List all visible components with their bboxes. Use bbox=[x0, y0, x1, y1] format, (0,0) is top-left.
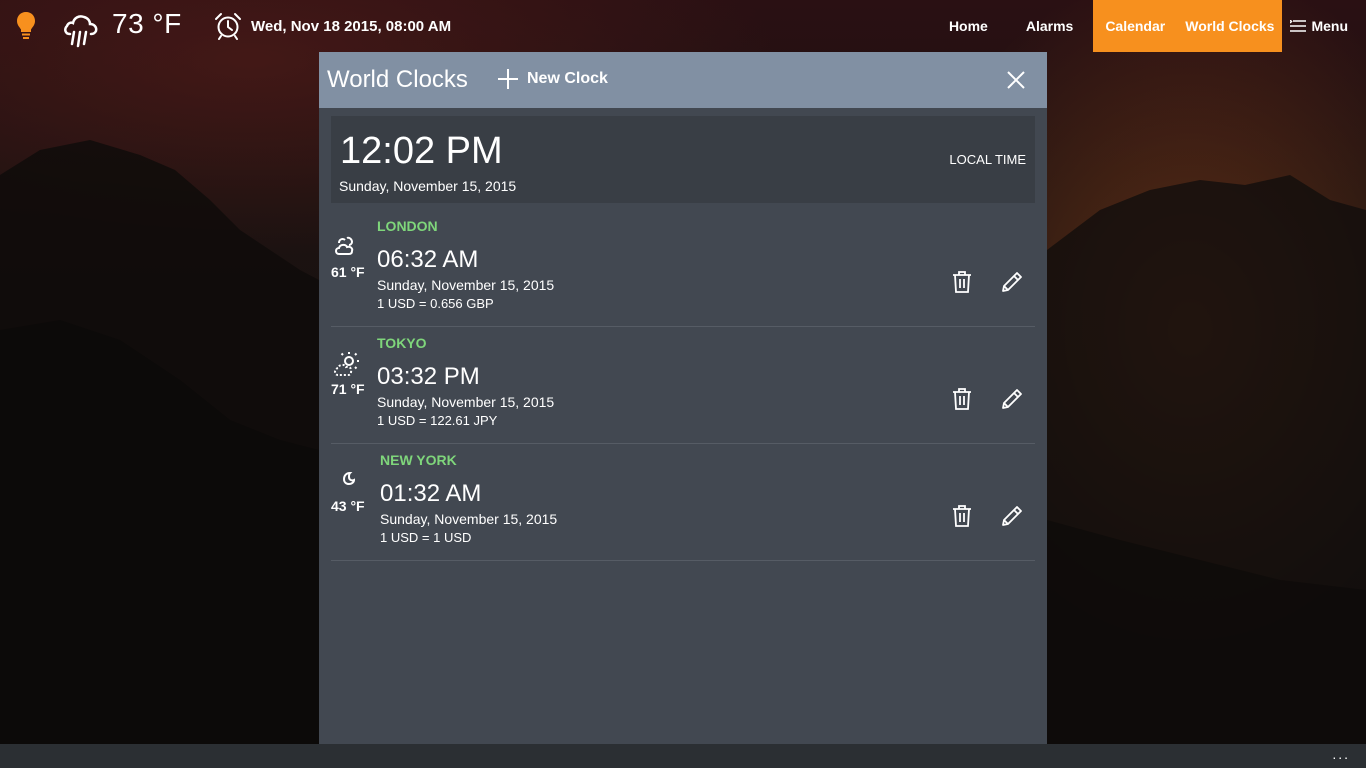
world-clocks-panel: World Clocks New Clock 12:02 PM Sunday, … bbox=[319, 52, 1047, 744]
clock-date: Sunday, November 15, 2015 bbox=[377, 277, 555, 293]
rain-cloud-icon bbox=[64, 15, 98, 48]
new-clock-button[interactable]: New Clock bbox=[497, 68, 608, 90]
clock-temperature: 71 °F bbox=[331, 381, 365, 397]
clock-city: NEW YORK bbox=[380, 452, 457, 468]
new-clock-label: New Clock bbox=[527, 70, 608, 87]
delete-icon[interactable] bbox=[951, 387, 973, 411]
clock-time: 03:32 PM bbox=[377, 363, 480, 390]
clock-time: 01:32 AM bbox=[380, 480, 482, 507]
main-navigation: Home Alarms Calendar World Clocks Menu bbox=[929, 0, 1366, 52]
edit-icon[interactable] bbox=[1000, 504, 1024, 528]
top-bar: 73 °F Wed, Nov 18 2015, 08:00 AM Home Al… bbox=[0, 0, 1366, 52]
clock-currency: 1 USD = 122.61 JPY bbox=[377, 413, 498, 428]
clock-city: LONDON bbox=[377, 218, 438, 234]
nav-home[interactable]: Home bbox=[929, 0, 1008, 52]
clock-weather bbox=[331, 468, 371, 494]
clock-temperature: 61 °F bbox=[331, 264, 365, 280]
current-temperature: 73 °F bbox=[112, 8, 182, 39]
moon-icon bbox=[342, 471, 356, 486]
local-time: 12:02 PM bbox=[340, 130, 503, 172]
edit-icon[interactable] bbox=[1000, 270, 1024, 294]
nav-calendar[interactable]: Calendar bbox=[1093, 0, 1178, 52]
nav-menu-button[interactable]: Menu bbox=[1282, 0, 1366, 52]
hamburger-menu-icon bbox=[1290, 20, 1307, 32]
delete-icon[interactable] bbox=[951, 504, 973, 528]
clock-currency: 1 USD = 1 USD bbox=[380, 530, 472, 545]
clock-city: TOKYO bbox=[377, 335, 427, 351]
clock-date: Sunday, November 15, 2015 bbox=[377, 394, 555, 410]
lightbulb-icon[interactable] bbox=[16, 11, 36, 41]
current-datetime: Wed, Nov 18 2015, 08:00 AM bbox=[251, 18, 452, 35]
clock-weather bbox=[331, 351, 371, 379]
alarm-clock-icon[interactable] bbox=[214, 12, 242, 40]
clock-row-tokyo: 71 °F TOKYO 03:32 PM Sunday, November 15… bbox=[331, 327, 1035, 444]
clock-temperature: 43 °F bbox=[331, 498, 365, 514]
local-date: Sunday, November 15, 2015 bbox=[339, 178, 517, 194]
clock-row-london: 61 °F LONDON 06:32 AM Sunday, November 1… bbox=[331, 210, 1035, 327]
partly-sunny-icon bbox=[334, 352, 359, 376]
clock-weather bbox=[331, 234, 371, 260]
partly-cloudy-night-icon bbox=[335, 236, 354, 255]
nav-world-clocks[interactable]: World Clocks bbox=[1177, 0, 1283, 52]
bottom-app-bar: ... bbox=[0, 744, 1366, 768]
clock-time: 06:32 AM bbox=[377, 246, 479, 273]
close-icon[interactable] bbox=[1007, 71, 1025, 89]
local-time-card: 12:02 PM Sunday, November 15, 2015 LOCAL… bbox=[331, 116, 1035, 203]
panel-header: World Clocks New Clock bbox=[319, 52, 1047, 108]
more-options-button[interactable]: ... bbox=[1332, 746, 1350, 762]
panel-title: World Clocks bbox=[327, 66, 468, 93]
delete-icon[interactable] bbox=[951, 270, 973, 294]
nav-alarms[interactable]: Alarms bbox=[1008, 0, 1093, 52]
clock-row-new-york: 43 °F NEW YORK 01:32 AM Sunday, November… bbox=[331, 444, 1035, 561]
nav-menu-label: Menu bbox=[1311, 18, 1348, 34]
local-time-label: LOCAL TIME bbox=[949, 152, 1026, 167]
clock-date: Sunday, November 15, 2015 bbox=[380, 511, 558, 527]
plus-icon bbox=[498, 69, 518, 89]
clock-currency: 1 USD = 0.656 GBP bbox=[377, 296, 494, 311]
edit-icon[interactable] bbox=[1000, 387, 1024, 411]
